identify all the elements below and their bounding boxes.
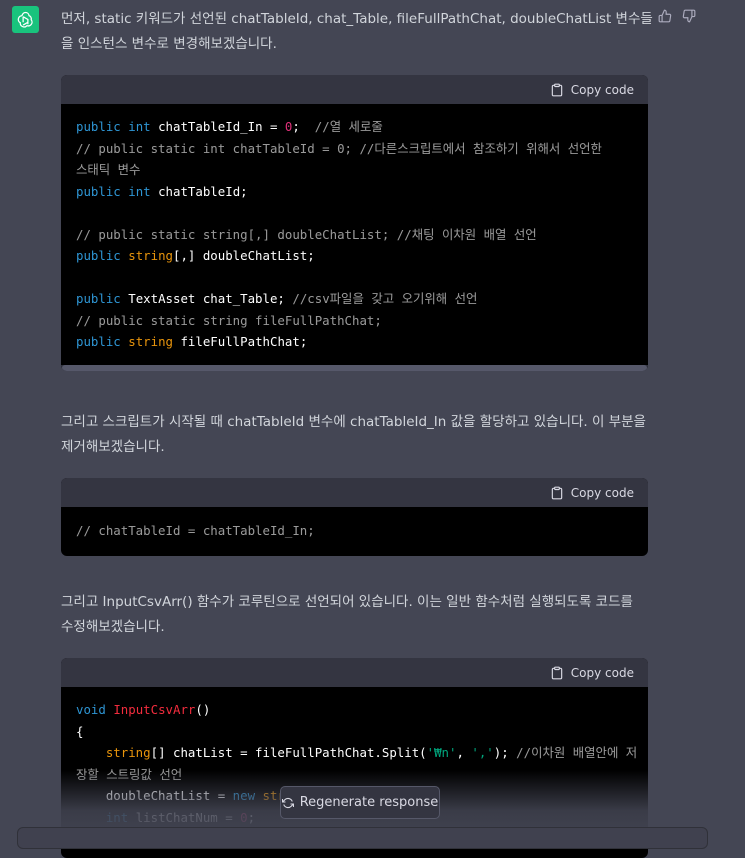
copy-code-label: Copy code [570, 82, 634, 97]
assistant-avatar [12, 6, 39, 33]
copy-code-label: Copy code [570, 485, 634, 500]
copy-code-button[interactable]: Copy code [550, 83, 634, 97]
message-paragraph: 먼저, static 키워드가 선언된 chatTableId, chat_Ta… [61, 11, 653, 52]
message-input[interactable] [17, 827, 708, 849]
code-block: Copy code // chatTableId = chatTableId_I… [61, 478, 648, 556]
feedback-buttons [658, 9, 696, 23]
horizontal-scrollbar[interactable] [61, 364, 648, 371]
thumbs-down-icon[interactable] [682, 9, 696, 23]
copy-code-button[interactable]: Copy code [550, 486, 634, 500]
copy-code-button[interactable]: Copy code [550, 666, 634, 680]
message-paragraph: 그리고 스크립트가 시작될 때 chatTableId 변수에 chatTabl… [61, 414, 646, 455]
message-paragraph: 그리고 InputCsvArr() 함수가 코루틴으로 선언되어 있습니다. 이… [61, 594, 633, 635]
regenerate-response-button[interactable]: Regenerate response [280, 786, 440, 819]
code-header: Copy code [61, 658, 648, 687]
code-block: Copy code public int chatTableId_In = 0;… [61, 75, 648, 371]
code-content: // chatTableId = chatTableId_In; [76, 523, 315, 538]
openai-logo-icon [17, 11, 33, 28]
scrollbar-thumb[interactable] [62, 364, 647, 371]
code-content: public int chatTableId_In = 0; //열 세로줄 /… [76, 119, 602, 349]
copy-code-label: Copy code [570, 665, 634, 680]
refresh-icon [281, 797, 294, 808]
code-header: Copy code [61, 478, 648, 507]
clipboard-icon [551, 486, 563, 499]
code-header: Copy code [61, 75, 648, 104]
clipboard-icon [551, 83, 563, 96]
clipboard-icon [551, 666, 563, 679]
regenerate-label: Regenerate response [299, 795, 439, 810]
